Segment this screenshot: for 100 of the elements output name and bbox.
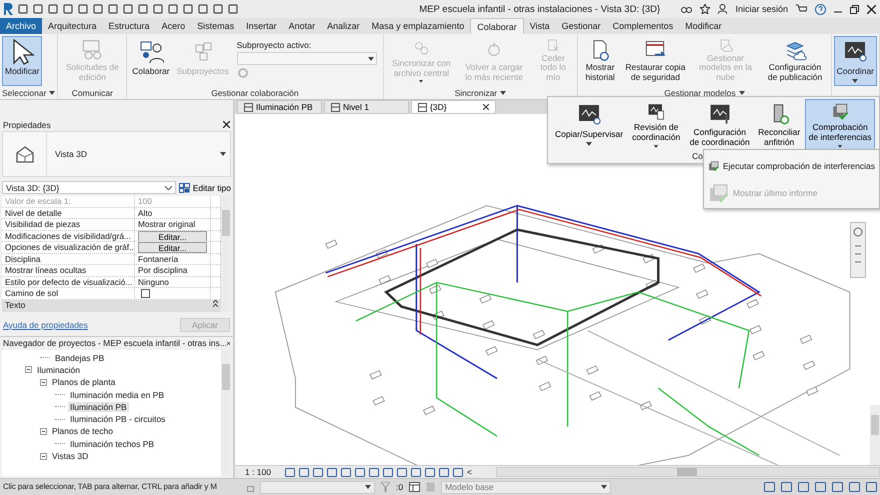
group-title: Comunicar xyxy=(72,88,113,98)
ribbon-tab[interactable]: Complementos xyxy=(606,18,680,34)
ribbon-tab[interactable]: Insertar xyxy=(240,18,283,34)
group-title: Sincronizar xyxy=(454,88,498,98)
ribbon-tab[interactable]: Estructura xyxy=(102,18,156,34)
view-tab[interactable]: Iluminación PB xyxy=(237,100,322,114)
property-value: Mostrar original xyxy=(138,219,196,229)
restore-icon[interactable] xyxy=(850,4,859,14)
collapse-toggle[interactable] xyxy=(25,366,32,374)
edit-type-button[interactable]: Editar tipo xyxy=(178,182,231,192)
star-icon[interactable] xyxy=(700,4,710,14)
tree-item[interactable]: Iluminación PB - circuitos xyxy=(68,414,168,424)
user-icon[interactable] xyxy=(718,4,728,14)
tree-item[interactable]: Iluminación media en PB xyxy=(68,390,166,400)
ribbon-tab[interactable]: Masa y emplazamiento xyxy=(366,18,470,34)
collapse-toggle[interactable] xyxy=(40,452,47,460)
design-option-dropdown[interactable]: Modelo base xyxy=(441,480,612,494)
view-tab[interactable]: Nivel 1 xyxy=(324,100,409,114)
tree-item[interactable]: Bandejas PB xyxy=(53,352,106,363)
window-title: MEP escuela infantil - otras instalaciones - Vista 3D: {3D} xyxy=(418,4,662,14)
tree-item[interactable]: Iluminación xyxy=(35,364,82,375)
floor-plan-icon xyxy=(331,102,340,112)
view-tab[interactable]: {3D} xyxy=(411,100,496,114)
close-icon[interactable] xyxy=(223,121,230,128)
ribbon-tab[interactable]: Vista xyxy=(524,18,556,34)
checkbox[interactable] xyxy=(141,289,150,298)
ribbon-tab[interactable]: Arquitectura xyxy=(42,18,103,34)
tool-button[interactable]: Colaborar xyxy=(129,36,173,86)
help-link[interactable]: Ayuda de propiedades xyxy=(3,320,88,330)
property-value: Alto xyxy=(138,208,152,218)
collapse-icon[interactable] xyxy=(213,300,218,306)
ribbon-tab[interactable]: Analizar xyxy=(321,18,366,34)
field-label: Subproyecto activo: xyxy=(236,40,312,50)
people-icon xyxy=(138,39,164,65)
collapse-toggle[interactable] xyxy=(40,378,47,386)
close-icon[interactable] xyxy=(867,4,876,14)
ribbon-tab[interactable]: Anotar xyxy=(282,18,322,34)
navigation-bar[interactable] xyxy=(850,222,866,278)
close-icon[interactable] xyxy=(226,340,230,346)
edit-button[interactable]: Editar... xyxy=(138,242,208,252)
cube-icon xyxy=(418,102,427,112)
close-icon[interactable] xyxy=(483,104,489,110)
section-header[interactable]: Texto xyxy=(5,300,26,312)
tree-item[interactable]: Planos de techo xyxy=(50,426,115,436)
scrollbar[interactable] xyxy=(221,196,231,312)
property-name: Modificaciones de visibilidad/grá... xyxy=(2,230,135,241)
property-value: 100 xyxy=(138,196,152,206)
edit-type-icon xyxy=(178,182,190,192)
scale-label[interactable]: 1 : 100 xyxy=(245,467,271,477)
collapse-toggle[interactable] xyxy=(40,428,47,435)
property-name: Estilo por defecto de visualizació... xyxy=(2,276,135,287)
property-name: Disciplina xyxy=(2,254,135,264)
group-title: Co xyxy=(691,151,704,163)
expand-arrow[interactable]: < xyxy=(467,467,472,477)
panel-title: Navegador de proyectos - MEP escuela infantil - otras ins... xyxy=(3,338,227,348)
tool-button[interactable]: Copiar/Supervisar xyxy=(552,99,626,151)
edit-button[interactable]: Editar... xyxy=(138,230,208,241)
tool-button[interactable]: Modificar xyxy=(2,36,42,86)
cart-icon[interactable] xyxy=(796,4,807,14)
ribbon-tab[interactable]: Modificar xyxy=(679,18,728,34)
property-name: Nivel de detalle xyxy=(2,208,135,218)
menu-item[interactable]: Ejecutar comprobación de interferencias xyxy=(706,152,877,179)
type-selector[interactable]: Vista 3D xyxy=(2,131,231,177)
sign-in-link[interactable]: Iniciar sesión xyxy=(735,4,788,14)
caret-icon xyxy=(220,152,226,156)
scrollbar[interactable] xyxy=(870,405,880,465)
binoculars-icon[interactable] xyxy=(681,4,692,14)
property-name: Valor de escala 1: xyxy=(2,196,135,206)
ribbon-tab[interactable]: Gestionar xyxy=(556,18,607,34)
tree-item[interactable]: Iluminación PB xyxy=(68,402,129,412)
caret-icon xyxy=(365,485,371,489)
tool-button[interactable]: Configuración de coordinación xyxy=(686,99,754,151)
instance-dropdown[interactable]: Vista 3D: {3D} xyxy=(2,181,176,194)
property-value: Por disciplina xyxy=(138,265,188,275)
tree-item[interactable]: Iluminación techos PB xyxy=(68,438,156,449)
help-icon[interactable] xyxy=(815,4,826,14)
tool-button[interactable]: Coordinar xyxy=(834,36,877,86)
tool-button[interactable]: Restaurar copia de seguridad xyxy=(621,36,690,86)
table-icon[interactable] xyxy=(409,482,420,492)
group-title: Gestionar colaboración xyxy=(211,88,299,98)
property-value: Fontanería xyxy=(138,254,178,264)
file-menu-tab[interactable]: Archivo xyxy=(0,18,42,34)
tool-button[interactable]: Reconciliar anfitrión xyxy=(755,99,804,151)
tool-button[interactable]: Comprobación de interferencias xyxy=(805,99,875,151)
ribbon-tab[interactable]: Sistemas xyxy=(191,18,240,34)
ribbon-tab[interactable]: Colaborar xyxy=(470,18,524,34)
scrollbar[interactable] xyxy=(221,350,231,476)
panel-title: Propiedades xyxy=(3,120,51,130)
scrollbar[interactable] xyxy=(496,467,880,477)
tool-button[interactable]: Mostrar historial xyxy=(580,36,620,86)
chevron-icon xyxy=(164,186,172,190)
ribbon-tab[interactable]: Acero xyxy=(156,18,192,34)
property-name: Opciones de visualización de gráf... xyxy=(2,242,135,252)
tree-item[interactable]: Vistas 3D xyxy=(50,451,90,462)
tool-button[interactable]: Revisión de coordinación xyxy=(628,99,684,151)
floor-plan-icon xyxy=(244,102,253,112)
tree-item[interactable]: Planos de planta xyxy=(50,377,118,388)
settings-icon xyxy=(236,67,249,79)
tool-button[interactable]: Configuración de publicación xyxy=(761,36,829,86)
app-logo-icon[interactable] xyxy=(4,3,13,15)
